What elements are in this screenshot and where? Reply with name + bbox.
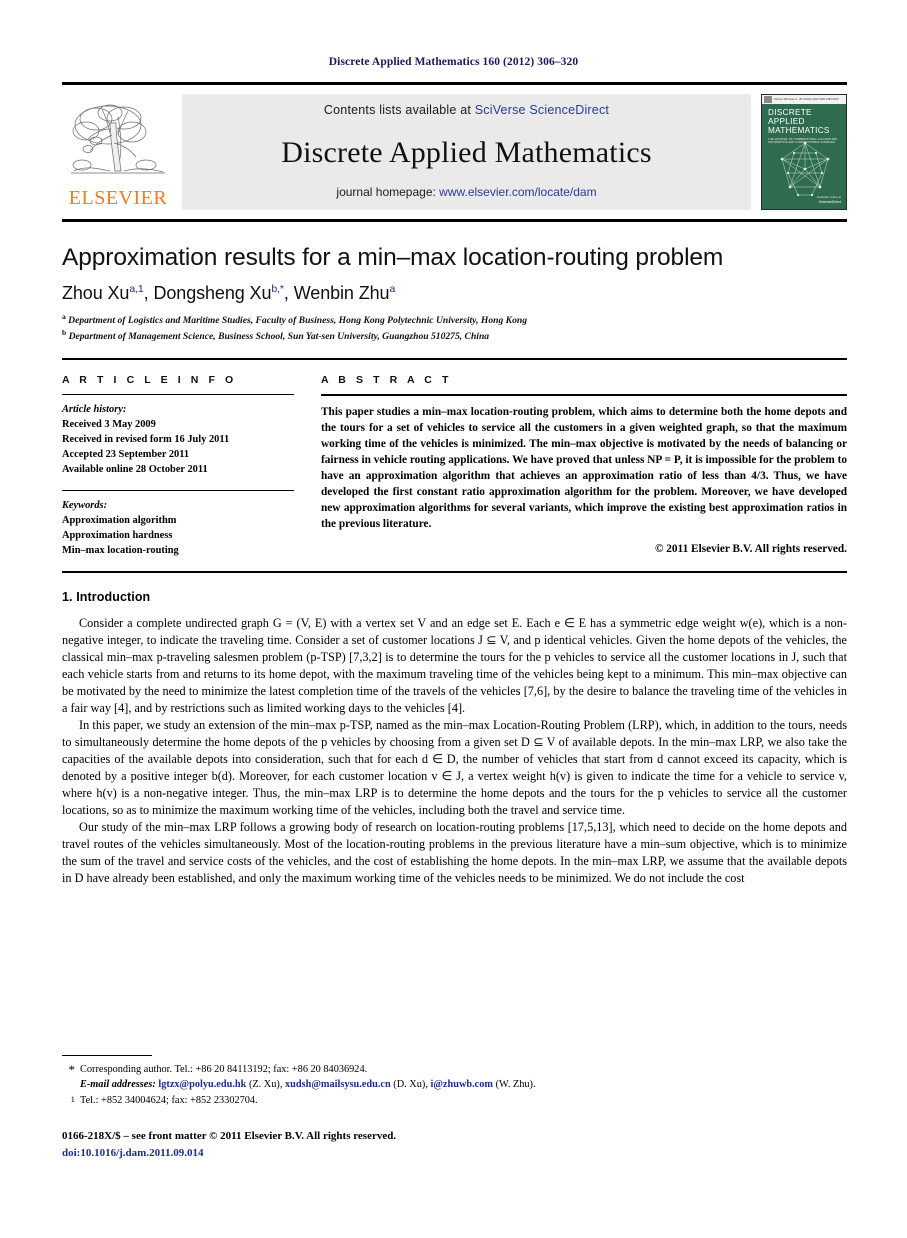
- journal-cover-thumbnail: Volume 160 Issue 3 · 28 October 2012 ISS…: [761, 94, 847, 210]
- history-line-1: Received 3 May 2009: [62, 418, 156, 430]
- footnote-mark-asterisk: *: [68, 1062, 76, 1077]
- email-link-3[interactable]: i@zhuwb.com: [430, 1079, 493, 1090]
- abstract-column: A B S T R A C T This paper studies a min…: [321, 374, 847, 559]
- contents-available-line: Contents lists available at SciVerse Sci…: [324, 103, 609, 117]
- body-paragraph-2: In this paper, we study an extension of …: [62, 718, 847, 817]
- history-line-2: Received in revised form 16 July 2011: [62, 433, 230, 445]
- cover-network-graph-icon: [780, 141, 830, 197]
- history-line-4: Available online 28 October 2011: [62, 464, 208, 476]
- cover-topbar-text: Volume 160 Issue 3 · 28 October 2012 ISS…: [774, 98, 839, 101]
- homepage-prefix: journal homepage:: [336, 185, 440, 199]
- journal-title: Discrete Applied Mathematics: [281, 135, 652, 169]
- article-info-column: A R T I C L E I N F O Article history: R…: [62, 374, 294, 559]
- email-addresses-line: E-mail addresses: lgtzx@polyu.edu.hk (Z.…: [80, 1079, 536, 1091]
- email-person-1: (Z. Xu): [248, 1079, 280, 1091]
- keywords-rule: [62, 490, 294, 492]
- affiliation-2: b Department of Management Science, Busi…: [62, 328, 847, 344]
- footnote-note-1-text: Tel.: +852 34004624; fax: +852 23302704.: [80, 1094, 258, 1106]
- abstract-bottom-rule: [62, 571, 847, 574]
- colophon-block: 0166-218X/$ – see front matter © 2011 El…: [62, 1128, 396, 1161]
- journal-homepage-link[interactable]: www.elsevier.com/locate/dam: [439, 185, 596, 199]
- affiliation-1: a Department of Logistics and Maritime S…: [62, 312, 847, 328]
- footnote-mark-1-sup: 1: [70, 1093, 75, 1104]
- corresponding-author-line: Corresponding author. Tel.: +86 20 84113…: [80, 1064, 368, 1075]
- email-link-1[interactable]: lgtzx@polyu.edu.hk: [158, 1079, 246, 1090]
- affiliation-mark-1: a: [62, 312, 66, 322]
- affiliation-text-2: Department of Management Science, Busine…: [68, 331, 490, 343]
- article-info-heading: A R T I C L E I N F O: [62, 373, 237, 386]
- issn-frontmatter-line: 0166-218X/$ – see front matter © 2011 El…: [62, 1130, 397, 1142]
- author-marks-2: b,*: [271, 283, 284, 296]
- author-marks-1: a,1: [129, 283, 144, 296]
- affiliation-text-1: Department of Logistics and Maritime Stu…: [68, 315, 528, 327]
- keyword-3: Min–max location-routing: [62, 545, 179, 557]
- author-name-3: Wenbin Zhu: [293, 283, 390, 304]
- elsevier-tree-icon: [71, 104, 165, 174]
- abstract-copyright: © 2011 Elsevier B.V. All rights reserved…: [654, 543, 847, 556]
- elsevier-wordmark: ELSEVIER: [68, 187, 168, 209]
- abstract-heading: A B S T R A C T: [321, 373, 452, 386]
- footnotes-block: * Corresponding author. Tel.: +86 20 841…: [62, 1062, 847, 1112]
- contents-prefix: Contents lists available at: [323, 103, 475, 117]
- article-body: 1. Introduction Consider a complete undi…: [62, 590, 847, 886]
- masthead-bottom-rule: [62, 219, 847, 222]
- body-paragraph-1: Consider a complete undirected graph G =…: [62, 616, 847, 716]
- footnote-mark-1: 1: [62, 1093, 75, 1112]
- keywords-label: Keywords:: [62, 500, 108, 512]
- cover-footer-line-2: ScienceDirect: [818, 200, 841, 205]
- keyword-1: Approximation algorithm: [62, 515, 177, 527]
- cover-footer: Available online at ScienceDirect: [817, 196, 841, 205]
- info-abstract-row: A R T I C L E I N F O Article history: R…: [62, 374, 847, 559]
- article-history-block: Article history: Received 3 May 2009 Rec…: [62, 402, 294, 477]
- abstract-rule: [321, 393, 847, 396]
- history-line-3: Accepted 23 September 2011: [62, 449, 190, 460]
- cover-title-line-2: APPLIED: [768, 117, 805, 127]
- author-name-1: Zhou Xu: [62, 283, 130, 304]
- title-block: Approximation results for a min–max loca…: [62, 244, 847, 344]
- cover-mini-logo-icon: [764, 96, 772, 103]
- footnote-corresponding-author: * Corresponding author. Tel.: +86 20 841…: [62, 1062, 847, 1093]
- author-list: Zhou Xua,1, Dongsheng Xub,*, Wenbin Zhua: [62, 283, 396, 304]
- keyword-2: Approximation hardness: [62, 530, 173, 542]
- footnote-note-1: 1 Tel.: +852 34004624; fax: +852 2330270…: [62, 1093, 847, 1112]
- affiliation-mark-2: b: [62, 327, 67, 337]
- running-head: Discrete Applied Mathematics 160 (2012) …: [328, 56, 579, 68]
- email-person-3: (W. Zhu): [495, 1079, 533, 1091]
- article-info-rule: [62, 393, 294, 395]
- title-bottom-rule: [62, 357, 847, 360]
- doi-link[interactable]: doi:10.1016/j.dam.2011.09.014: [62, 1145, 396, 1162]
- abstract-text: This paper studies a min–max location-ro…: [321, 405, 847, 530]
- footnote-separator-rule: [62, 1055, 152, 1056]
- cover-topbar: Volume 160 Issue 3 · 28 October 2012 ISS…: [762, 95, 846, 104]
- paper-page: Discrete Applied Mathematics 160 (2012) …: [0, 0, 907, 1238]
- journal-homepage-line: journal homepage: www.elsevier.com/locat…: [336, 185, 596, 199]
- elsevier-logo: ELSEVIER: [62, 94, 174, 210]
- section-heading-introduction: 1. Introduction: [62, 590, 151, 605]
- cover-title-line-1: DISCRETE: [768, 108, 812, 117]
- email-addresses-label: E-mail addresses:: [80, 1079, 156, 1091]
- cover-title-line-3: MATHEMATICS: [768, 126, 830, 136]
- article-history-label: Article history:: [62, 403, 127, 415]
- masthead-center-band: Contents lists available at SciVerse Sci…: [182, 94, 751, 210]
- email-person-2: (D. Xu): [393, 1079, 426, 1091]
- sciencedirect-link[interactable]: SciVerse ScienceDirect: [475, 103, 609, 117]
- keywords-block: Keywords: Approximation algorithm Approx…: [62, 498, 294, 558]
- cover-title: DISCRETE APPLIED MATHEMATICS: [762, 104, 846, 136]
- body-paragraph-3: Our study of the min–max LRP follows a g…: [62, 819, 847, 885]
- journal-masthead: ELSEVIER Contents lists available at Sci…: [62, 82, 847, 210]
- footnote-corresponding-text: Corresponding author. Tel.: +86 20 84113…: [80, 1062, 847, 1093]
- email-link-2[interactable]: xudsh@mailsysu.edu.cn: [285, 1079, 391, 1090]
- author-name-2: Dongsheng Xu: [153, 283, 272, 304]
- page-title: Approximation results for a min–max loca…: [62, 244, 724, 271]
- author-marks-3: a: [389, 283, 396, 296]
